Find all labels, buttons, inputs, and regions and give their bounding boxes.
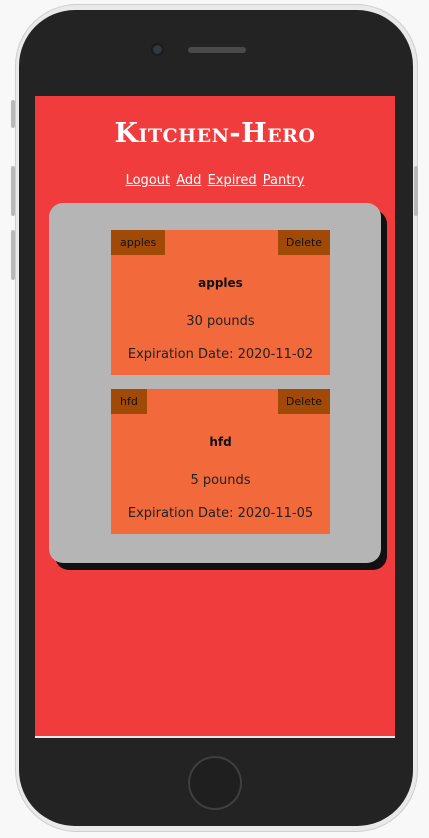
delete-item-button[interactable]: Delete [278,389,330,414]
item-name: hfd [209,435,232,449]
item-quantity: 30 pounds [186,314,255,329]
item-tag-button[interactable]: apples [111,230,166,255]
power-button [414,166,418,216]
pantry-item-card: apples Delete apples 30 pounds Expiratio… [111,230,330,375]
nav-add-link[interactable]: Add [176,173,201,188]
home-button[interactable] [188,756,242,810]
nav-logout-link[interactable]: Logout [126,173,171,188]
item-tag-button[interactable]: hfd [111,389,147,414]
delete-item-button[interactable]: Delete [278,230,330,255]
app-screen: Kitchen-Hero Logout Add Expired Pantry a… [35,96,395,736]
main-nav: Logout Add Expired Pantry [35,173,395,188]
speaker-grille [188,47,246,53]
pantry-list-panel: apples Delete apples 30 pounds Expiratio… [49,203,381,563]
item-expiration-date: Expiration Date: 2020-11-02 [127,347,314,362]
nav-pantry-link[interactable]: Pantry [263,173,305,188]
volume-up-button [11,166,15,216]
item-expiration-date: Expiration Date: 2020-11-05 [127,506,314,521]
volume-down-button [11,230,15,280]
screen-bottom-edge [35,736,395,738]
camera-icon [153,45,162,54]
item-name: apples [198,276,243,290]
nav-expired-link[interactable]: Expired [208,173,257,188]
app-title: Kitchen-Hero [114,118,316,149]
pantry-item-card: hfd Delete hfd 5 pounds Expiration Date:… [111,389,330,534]
item-quantity: 5 pounds [190,473,251,488]
mute-switch [11,100,15,128]
